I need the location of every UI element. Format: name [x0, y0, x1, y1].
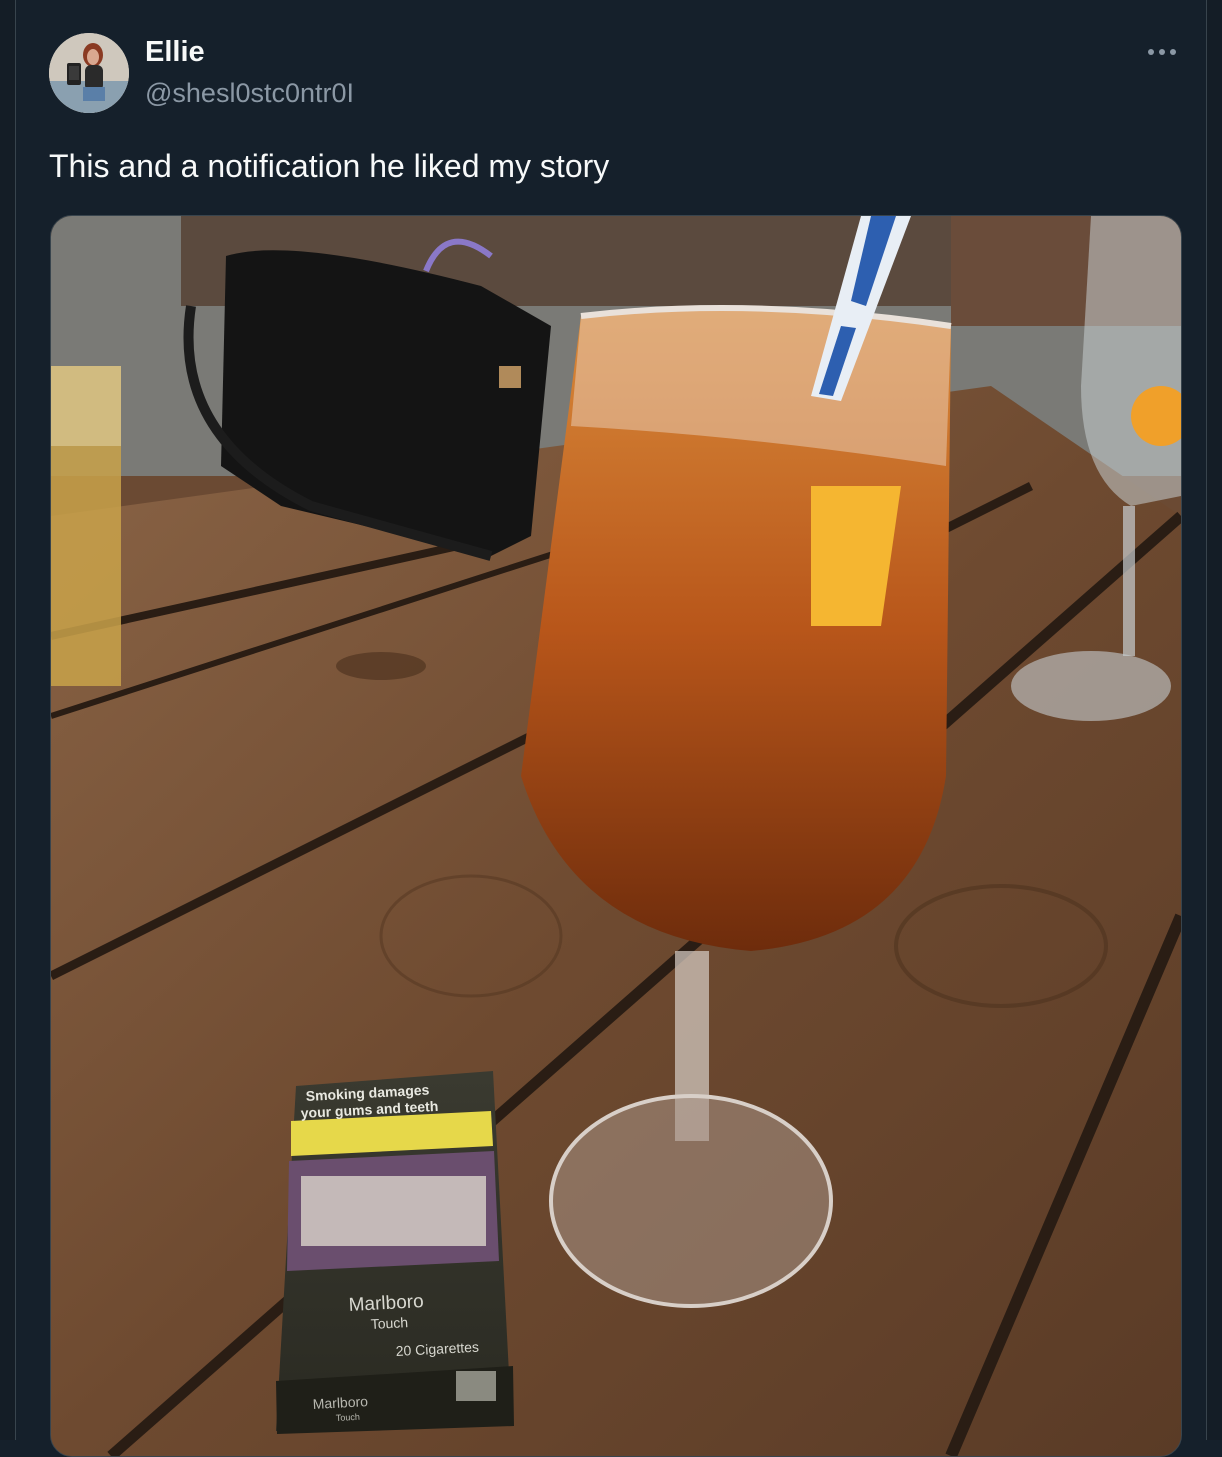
pack-brand: Marlboro	[348, 1291, 424, 1316]
more-horizontal-icon	[1148, 49, 1154, 55]
pack-side-variant: Touch	[336, 1412, 361, 1423]
tweet-text: This and a notification he liked my stor…	[49, 148, 610, 184]
more-dot	[1159, 49, 1165, 55]
pack-variant: Touch	[370, 1314, 408, 1332]
pack-side-brand: Marlboro	[312, 1393, 368, 1412]
avatar-image	[49, 33, 129, 113]
tweet-photo[interactable]: Smoking damages your gums and teeth Marl…	[50, 215, 1182, 1457]
photo-drink-on-table: Smoking damages your gums and teeth Marl…	[51, 216, 1181, 1456]
tweet: Ellie @shesl0stc0ntr0I This and a notifi…	[16, 0, 1206, 1457]
right-column-border	[1206, 0, 1222, 1440]
avatar[interactable]	[49, 33, 129, 113]
more-options-button[interactable]	[1140, 34, 1184, 70]
author-display-name[interactable]: Ellie	[145, 36, 205, 69]
cigarette-pack: Smoking damages your gums and teeth Marl…	[276, 1071, 514, 1434]
author-handle[interactable]: @shesl0stc0ntr0I	[145, 78, 354, 109]
left-column-border	[0, 0, 16, 1440]
more-dot	[1170, 49, 1176, 55]
